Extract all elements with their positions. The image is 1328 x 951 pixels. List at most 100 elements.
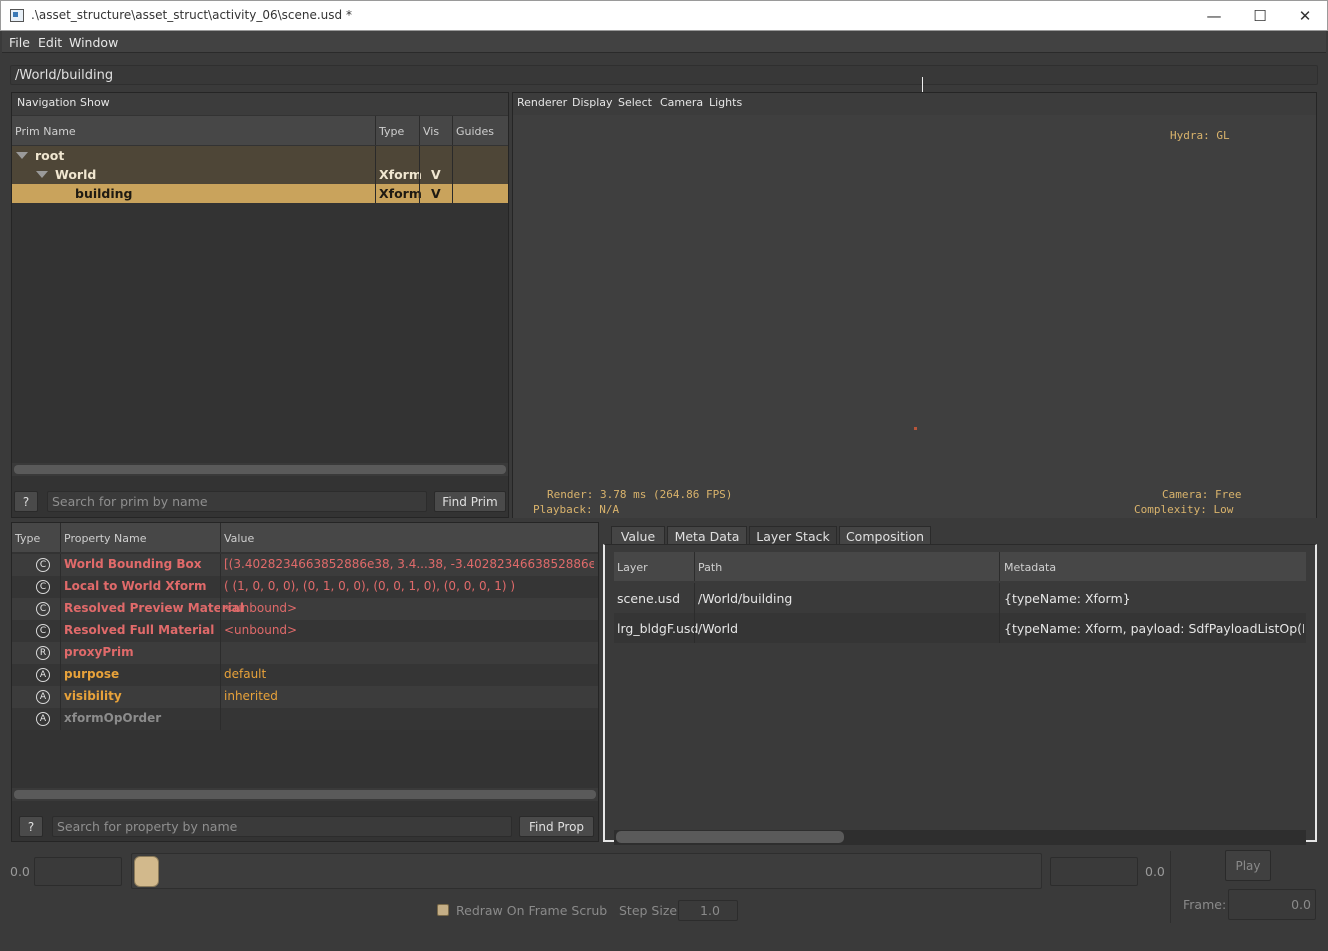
inspector-tabs: Value Meta Data Layer Stack Composition [611, 526, 1311, 546]
col-prop-name[interactable]: Property Name [64, 532, 147, 545]
property-help-button[interactable]: ? [19, 816, 43, 837]
prim-panel-menu: Navigation Show [12, 93, 508, 115]
prim-type: Xform [379, 167, 422, 182]
property-type-icon: C [36, 580, 50, 594]
camera-status: Camera: Free [1162, 488, 1242, 501]
redraw-checkbox[interactable] [437, 904, 449, 916]
prim-type: Xform [379, 186, 422, 201]
property-search-input[interactable]: Search for property by name [52, 816, 512, 837]
col-layer[interactable]: Layer [617, 561, 648, 574]
property-value: ( (1, 0, 0, 0), (0, 1, 0, 0), (0, 0, 1, … [224, 579, 516, 593]
expand-arrow-icon[interactable] [36, 171, 48, 178]
layer-name: scene.usd [617, 591, 681, 606]
prim-row[interactable]: root [12, 146, 508, 165]
text-cursor-icon [922, 77, 923, 93]
property-row[interactable]: Avisibility inherited [12, 686, 598, 708]
property-scrollbar[interactable] [12, 788, 598, 801]
tab-composition[interactable]: Composition [839, 526, 931, 546]
app-icon [10, 9, 24, 22]
prim-browser-panel: Navigation Show Prim Name Type Vis Guide… [11, 92, 509, 518]
menu-renderer[interactable]: Renderer [517, 96, 567, 109]
property-name: proxyPrim [64, 645, 134, 659]
layer-path: /World/building [698, 591, 793, 606]
property-name: World Bounding Box [64, 557, 202, 571]
menu-window[interactable]: Window [69, 35, 118, 50]
col-metadata[interactable]: Metadata [1004, 561, 1056, 574]
property-row[interactable]: AxformOpOrder [12, 708, 598, 730]
prim-row[interactable]: World Xform V [12, 165, 508, 184]
property-row[interactable]: RproxyPrim [12, 642, 598, 664]
property-row[interactable]: C Local to World Xform ( (1, 0, 0, 0), (0,… [12, 576, 598, 598]
property-panel: Type Property Name Value C World Bounding… [11, 522, 599, 842]
property-row[interactable]: C World Bounding Box [(3.4028234663852886e… [12, 554, 598, 576]
layer-name: lrg_bldgF.usd [617, 621, 699, 636]
prim-help-button[interactable]: ? [14, 491, 38, 512]
prim-vis-toggle[interactable]: V [431, 186, 441, 201]
property-value: [(3.4028234663852886e38, 3.4...38, -3.40… [224, 557, 594, 571]
start-frame-label: 0.0 [10, 864, 30, 879]
menu-lights[interactable]: Lights [709, 96, 742, 109]
property-name: Resolved Full Material [64, 623, 215, 637]
col-prop-value[interactable]: Value [224, 532, 254, 545]
layer-h-scrollbar[interactable] [614, 830, 1306, 845]
maximize-icon[interactable]: ☐ [1237, 1, 1283, 31]
prim-scrollbar[interactable] [12, 463, 508, 476]
close-icon[interactable]: ✕ [1282, 1, 1328, 31]
col-prop-type[interactable]: Type [15, 532, 40, 545]
playback-status: Playback: N/A [533, 503, 620, 516]
current-frame-field[interactable]: 0.0 [1228, 889, 1316, 920]
frame-slider-handle[interactable] [134, 856, 159, 887]
end-frame-field[interactable] [1050, 857, 1138, 886]
property-type-icon: C [36, 558, 50, 572]
property-row[interactable]: C Resolved Preview Material <unbound> [12, 598, 598, 620]
tab-value[interactable]: Value [611, 526, 665, 546]
menu-select[interactable]: Select [618, 96, 652, 109]
step-size-field[interactable]: 1.0 [678, 900, 738, 921]
property-name: purpose [64, 667, 120, 681]
col-type[interactable]: Type [379, 125, 404, 138]
layer-table-header: Layer Path Metadata [614, 552, 1306, 581]
menu-file[interactable]: File [9, 35, 30, 50]
prim-path-field[interactable]: /World/building [10, 65, 1318, 85]
minimize-icon[interactable]: — [1191, 1, 1237, 31]
play-button[interactable]: Play [1225, 850, 1271, 881]
start-frame-field[interactable] [34, 857, 122, 886]
find-prop-button[interactable]: Find Prop [519, 816, 594, 837]
inspector-panel: Value Meta Data Layer Stack Composition Lay… [603, 522, 1317, 845]
prim-search-input[interactable]: Search for prim by name [47, 491, 427, 512]
menu-camera[interactable]: Camera [660, 96, 703, 109]
expand-arrow-icon[interactable] [16, 152, 28, 159]
menu-edit[interactable]: Edit [38, 35, 62, 50]
property-type-icon: R [36, 646, 50, 660]
find-prim-button[interactable]: Find Prim [434, 491, 506, 512]
col-path[interactable]: Path [698, 561, 722, 574]
prim-table-header: Prim Name Type Vis Guides [12, 116, 508, 145]
frame-slider[interactable] [131, 853, 1042, 889]
prim-name: root [35, 148, 65, 163]
layer-row[interactable]: lrg_bldgF.usd/World {typeName: Xform, pay… [614, 613, 1306, 643]
tab-layer-stack[interactable]: Layer Stack [749, 526, 837, 546]
timeline-area: 0.0 0.0 Play Redraw On Frame Scrub Step … [0, 845, 1328, 951]
col-prim-name[interactable]: Prim Name [15, 125, 76, 138]
viewport-canvas[interactable]: Hydra: GL Render: 3.78 ms (264.86 FPS) P… [513, 116, 1316, 518]
property-type-icon: A [36, 668, 50, 682]
property-row[interactable]: C Resolved Full Material <unbound> [12, 620, 598, 642]
layer-stack-view: Layer Path Metadata scene.usd/World/buil… [603, 544, 1317, 845]
complexity-status: Complexity: Low [1134, 503, 1234, 516]
menu-navigation[interactable]: Navigation [17, 96, 76, 109]
property-row[interactable]: Apurpose default [12, 664, 598, 686]
prim-row[interactable]: building Xform V [12, 184, 508, 203]
col-vis[interactable]: Vis [423, 125, 439, 138]
prim-vis-toggle[interactable]: V [431, 167, 441, 182]
tab-meta-data[interactable]: Meta Data [667, 526, 747, 546]
origin-marker [914, 427, 917, 430]
property-type-icon: C [36, 624, 50, 638]
prim-name: building [75, 186, 133, 201]
property-value: default [224, 667, 267, 681]
layer-row[interactable]: scene.usd/World/building {typeName: Xform… [614, 583, 1306, 613]
frame-label: Frame: [1183, 897, 1227, 912]
menu-show[interactable]: Show [80, 96, 110, 109]
prim-name: World [55, 167, 97, 182]
menu-display[interactable]: Display [572, 96, 613, 109]
col-guides[interactable]: Guides [456, 125, 494, 138]
